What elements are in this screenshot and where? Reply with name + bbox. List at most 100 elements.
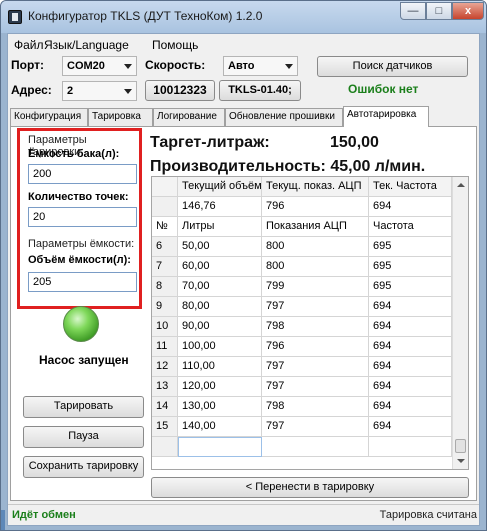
table-cell[interactable]: 797 [262,377,369,397]
save-calibration-button[interactable]: Сохранить тарировку [23,456,144,478]
port-value: COM20 [67,60,105,72]
tank-capacity-label: Ёмкость бака(л): [28,148,120,160]
table-cell[interactable]: 694 [369,337,452,357]
scroll-down-icon[interactable] [457,459,465,463]
table-cell[interactable]: 130,00 [178,397,262,417]
table-row: 9 80,00 797 694 [152,297,452,317]
capacity-params-title: Параметры ёмкости: [28,238,135,250]
table-cell[interactable]: 140,00 [178,417,262,437]
column-header: № [152,217,178,237]
current-values-header-row: Текущий объём Текущ. показ. АЦП Тек. Час… [152,177,452,197]
speed-select[interactable]: Авто [223,56,298,76]
pump-status-text: Насос запущен [39,353,129,367]
table-cell[interactable]: 797 [262,417,369,437]
maximize-button[interactable]: □ [426,2,452,20]
row-number-cell[interactable]: 12 [152,357,178,377]
table-cell[interactable]: 695 [369,257,452,277]
row-number-cell[interactable]: 14 [152,397,178,417]
row-number-cell[interactable]: 13 [152,377,178,397]
row-number-cell[interactable]: 7 [152,257,178,277]
row-number-cell[interactable]: 9 [152,297,178,317]
table-cell[interactable]: 798 [262,317,369,337]
tab-firmware-update[interactable]: Обновление прошивки [225,108,343,126]
row-number-cell[interactable]: 6 [152,237,178,257]
table-cell[interactable]: 70,00 [178,277,262,297]
table-cell[interactable]: 60,00 [178,257,262,277]
tab-logging[interactable]: Логирование [153,108,225,126]
calibrate-button[interactable]: Тарировать [23,396,144,418]
current-values-row: 146,76 796 694 [152,197,452,217]
table-cell[interactable]: 694 [369,357,452,377]
table-cell[interactable] [369,437,452,457]
firmware-version-button[interactable]: TKLS-01.40; [219,80,301,101]
table-cell[interactable]: 797 [262,297,369,317]
serial-number-button[interactable]: 10012323 [145,80,215,101]
table-cell[interactable]: 120,00 [178,377,262,397]
scroll-up-icon[interactable] [457,183,465,187]
table-cell[interactable]: 110,00 [178,357,262,377]
table-cell[interactable]: 695 [369,277,452,297]
column-header: Текущ. показ. АЦП [262,177,369,197]
table-cell[interactable]: 796 [262,197,369,217]
close-button[interactable]: x [452,2,484,20]
port-select[interactable]: COM20 [62,56,137,76]
table-cell[interactable]: 799 [262,277,369,297]
errors-status: Ошибок нет [348,82,419,96]
menu-language[interactable]: Язык/Language [44,38,129,52]
tank-capacity-input[interactable]: 200 [28,164,137,184]
row-header-cell [152,437,178,457]
column-header: Текущий объём [178,177,262,197]
tab-configuration[interactable]: Конфигурация [10,108,88,126]
column-header: Показания АЦП [262,217,369,237]
row-number-cell[interactable]: 11 [152,337,178,357]
address-select[interactable]: 2 [62,81,137,101]
table-cell[interactable]: 695 [369,237,452,257]
table-cell[interactable]: 694 [369,197,452,217]
row-number-cell[interactable]: 10 [152,317,178,337]
table-cell[interactable]: 800 [262,237,369,257]
points-count-label: Количество точек: [28,191,129,203]
table-cell[interactable]: 798 [262,397,369,417]
table-cell[interactable]: 797 [262,357,369,377]
exchange-status: Идёт обмен [12,509,76,521]
table-scrollbar[interactable] [452,177,468,469]
table-cell[interactable] [178,437,262,457]
menu-file[interactable]: Файл [14,38,44,52]
tab-auto-calibration[interactable]: Автотарировка [343,106,429,127]
table-cell[interactable]: 796 [262,337,369,357]
minimize-button[interactable]: — [400,2,426,20]
tab-calibration[interactable]: Тарировка [88,108,153,126]
app-window: Конфигуратор TKLS (ДУТ ТехноКом) 1.2.0 —… [0,0,487,531]
menu-help[interactable]: Помощь [152,38,198,52]
calibration-params-panel: Параметры тарировки Ёмкость бака(л): 200… [17,128,142,309]
table-cell[interactable]: 694 [369,317,452,337]
calibration-table: Текущий объём Текущ. показ. АЦП Тек. Час… [151,176,469,470]
table-cell[interactable]: 694 [369,417,452,437]
scroll-thumb[interactable] [455,439,466,453]
table-cell[interactable] [262,437,369,457]
speed-value: Авто [228,60,255,72]
table-cell[interactable]: 146,76 [178,197,262,217]
table-cell[interactable]: 694 [369,397,452,417]
transfer-to-calibration-button[interactable]: < Перенести в тарировку [151,477,469,498]
pause-button[interactable]: Пауза [23,426,144,448]
search-sensors-button[interactable]: Поиск датчиков [317,56,468,77]
table-cell[interactable]: 694 [369,297,452,317]
table-row: 11 100,00 796 694 [152,337,452,357]
row-number-cell[interactable]: 8 [152,277,178,297]
container-volume-input[interactable]: 205 [28,272,137,292]
table-cell[interactable]: 800 [262,257,369,277]
row-header-cell [152,177,178,197]
table-row: 10 90,00 798 694 [152,317,452,337]
title-bar[interactable]: Конфигуратор TKLS (ДУТ ТехноКом) 1.2.0 —… [1,1,486,33]
points-count-input[interactable]: 20 [28,207,137,227]
chevron-down-icon [124,64,132,69]
table-cell[interactable]: 100,00 [178,337,262,357]
table-cell[interactable]: 90,00 [178,317,262,337]
table-cell[interactable]: 80,00 [178,297,262,317]
row-number-cell[interactable]: 15 [152,417,178,437]
table-row-empty [152,437,452,457]
table-cell[interactable]: 694 [369,377,452,397]
address-label: Адрес: [11,83,52,97]
table-cell[interactable]: 50,00 [178,237,262,257]
